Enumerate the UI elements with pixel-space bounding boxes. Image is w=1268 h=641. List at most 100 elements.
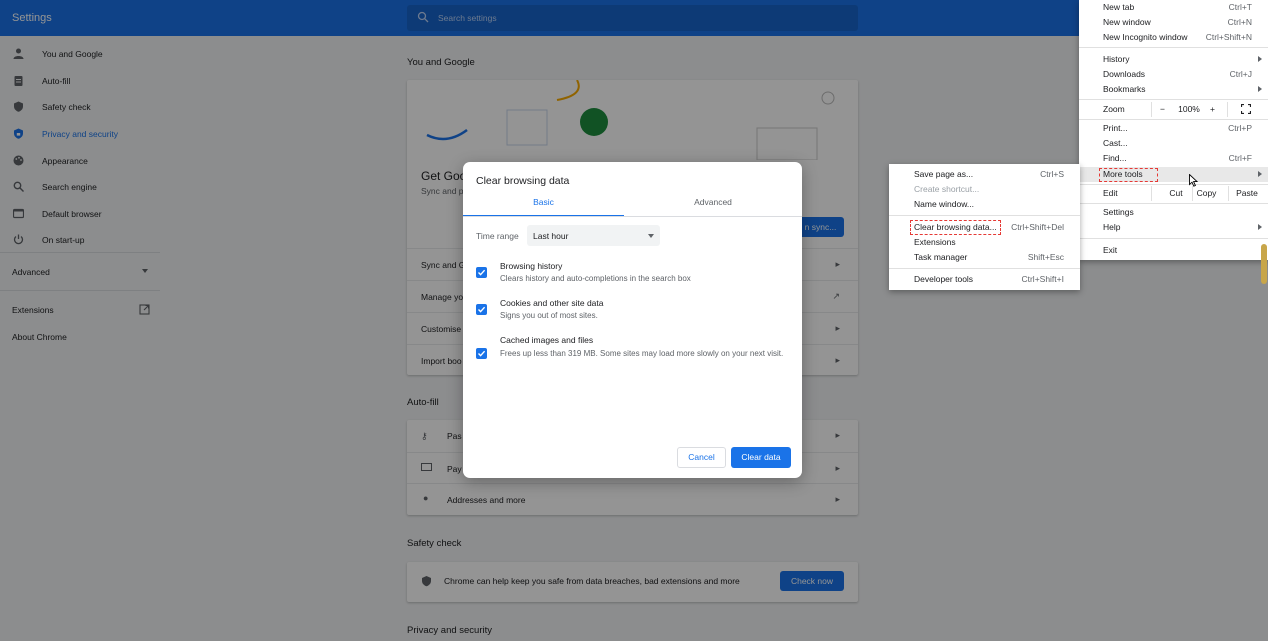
menu-item-downloads[interactable]: Downloads Ctrl+J bbox=[1079, 67, 1268, 82]
tab-basic[interactable]: Basic bbox=[463, 197, 624, 217]
mouse-cursor-icon bbox=[1189, 174, 1198, 187]
menu-label: Save page as... bbox=[914, 169, 974, 179]
menu-label: Find... bbox=[1103, 153, 1127, 163]
menu-label: Edit bbox=[1103, 188, 1118, 198]
highlight-box-clear-browsing-data bbox=[910, 220, 1001, 235]
menu-shortcut: Shift+Esc bbox=[1027, 252, 1064, 262]
menu-label: History bbox=[1103, 54, 1130, 64]
menu-label: Settings bbox=[1103, 207, 1134, 217]
menu-item-new-incognito[interactable]: New Incognito window Ctrl+Shift+N bbox=[1079, 30, 1268, 45]
menu-shortcut: Ctrl+J bbox=[1229, 69, 1252, 79]
dialog-title: Clear browsing data bbox=[476, 175, 570, 187]
menu-shortcut: Ctrl+Shift+N bbox=[1205, 32, 1252, 42]
browsing-history-checkbox[interactable] bbox=[476, 267, 487, 278]
menu-label: Developer tools bbox=[914, 274, 974, 284]
clear-data-button[interactable]: Clear data bbox=[731, 447, 791, 468]
edit-divider bbox=[1228, 186, 1229, 201]
option-description: Clears history and auto-completions in t… bbox=[500, 274, 691, 283]
submenu-arrow-icon bbox=[1258, 224, 1262, 230]
menu-shortcut: Ctrl+Shift+Del bbox=[1011, 222, 1064, 232]
menu-label: Name window... bbox=[914, 199, 974, 209]
cut-button[interactable]: Cut bbox=[1159, 188, 1193, 198]
menu-divider bbox=[1079, 99, 1268, 100]
menu-item-create-shortcut[interactable]: Create shortcut... bbox=[889, 182, 1080, 197]
cookies-checkbox[interactable] bbox=[476, 304, 487, 315]
menu-shortcut: Ctrl+S bbox=[1040, 169, 1064, 179]
menu-shortcut: Ctrl+Shift+I bbox=[1021, 274, 1064, 284]
option-title: Browsing history bbox=[500, 261, 563, 271]
menu-divider bbox=[1079, 119, 1268, 120]
menu-label: Downloads bbox=[1103, 69, 1146, 79]
menu-item-exit[interactable]: Exit bbox=[1079, 243, 1268, 258]
cached-images-checkbox[interactable] bbox=[476, 348, 487, 359]
fullscreen-icon[interactable] bbox=[1241, 104, 1251, 114]
menu-label: Zoom bbox=[1103, 104, 1125, 114]
menu-item-print[interactable]: Print... Ctrl+P bbox=[1079, 121, 1268, 136]
submenu-arrow-icon bbox=[1258, 171, 1262, 177]
option-description: Signs you out of most sites. bbox=[500, 311, 598, 320]
menu-item-task-manager[interactable]: Task manager Shift+Esc bbox=[889, 250, 1080, 265]
submenu-arrow-icon bbox=[1258, 86, 1262, 92]
menu-divider bbox=[1079, 47, 1268, 48]
menu-item-bookmarks[interactable]: Bookmarks bbox=[1079, 82, 1268, 97]
tab-divider bbox=[463, 216, 802, 217]
option-title: Cookies and other site data bbox=[500, 298, 604, 308]
checkmark-icon bbox=[478, 269, 486, 276]
menu-label: Help bbox=[1103, 222, 1121, 232]
menu-item-cast[interactable]: Cast... bbox=[1079, 136, 1268, 151]
checkmark-icon bbox=[478, 306, 486, 313]
menu-label: Bookmarks bbox=[1103, 84, 1146, 94]
menu-label: New tab bbox=[1103, 2, 1135, 12]
time-range-label: Time range bbox=[476, 231, 519, 241]
zoom-in-button[interactable]: + bbox=[1210, 104, 1215, 114]
menu-item-find[interactable]: Find... Ctrl+F bbox=[1079, 151, 1268, 166]
menu-item-extensions[interactable]: Extensions bbox=[889, 235, 1080, 250]
menu-item-new-window[interactable]: New window Ctrl+N bbox=[1079, 15, 1268, 30]
menu-item-settings[interactable]: Settings bbox=[1079, 205, 1268, 220]
option-title: Cached images and files bbox=[500, 335, 594, 345]
menu-item-new-tab[interactable]: New tab Ctrl+T bbox=[1079, 0, 1268, 15]
menu-label: Task manager bbox=[914, 252, 968, 262]
zoom-level: 100% bbox=[1178, 104, 1200, 114]
menu-divider bbox=[1079, 203, 1268, 204]
menu-divider bbox=[1079, 238, 1268, 239]
menu-divider bbox=[889, 215, 1080, 216]
zoom-divider bbox=[1227, 102, 1228, 117]
scrollbar-thumb[interactable] bbox=[1261, 244, 1267, 284]
menu-shortcut: Ctrl+P bbox=[1228, 123, 1252, 133]
dropdown-arrow-icon bbox=[648, 234, 654, 238]
highlight-box-more-tools bbox=[1099, 168, 1158, 182]
menu-label: Print... bbox=[1103, 123, 1128, 133]
submenu-arrow-icon bbox=[1258, 56, 1262, 62]
paste-button[interactable]: Paste bbox=[1232, 188, 1262, 198]
menu-shortcut: Ctrl+T bbox=[1228, 2, 1252, 12]
zoom-out-button[interactable]: − bbox=[1160, 104, 1165, 114]
zoom-divider bbox=[1151, 102, 1152, 117]
more-tools-submenu: Save page as... Ctrl+S Create shortcut...… bbox=[889, 164, 1080, 290]
menu-item-help[interactable]: Help bbox=[1079, 220, 1268, 235]
menu-label: Cast... bbox=[1103, 138, 1128, 148]
time-range-value: Last hour bbox=[533, 231, 569, 241]
tab-advanced[interactable]: Advanced bbox=[624, 197, 802, 217]
menu-divider bbox=[1079, 184, 1268, 185]
menu-label: Create shortcut... bbox=[914, 184, 980, 194]
menu-item-developer-tools[interactable]: Developer tools Ctrl+Shift+I bbox=[889, 272, 1080, 287]
edit-divider bbox=[1151, 186, 1152, 201]
menu-item-history[interactable]: History bbox=[1079, 52, 1268, 67]
clear-browsing-data-dialog: Clear browsing data Basic Advanced Time … bbox=[463, 162, 802, 478]
menu-item-save-page[interactable]: Save page as... Ctrl+S bbox=[889, 167, 1080, 182]
copy-button[interactable]: Copy bbox=[1193, 188, 1220, 198]
menu-label: Exit bbox=[1103, 245, 1118, 255]
menu-shortcut: Ctrl+N bbox=[1227, 17, 1252, 27]
menu-item-zoom: Zoom − 100% + bbox=[1079, 102, 1268, 117]
menu-label: Extensions bbox=[914, 237, 956, 247]
option-description: Frees up less than 319 MB. Some sites ma… bbox=[500, 349, 784, 358]
time-range-select[interactable]: Last hour bbox=[527, 225, 660, 246]
cancel-button[interactable]: Cancel bbox=[677, 447, 726, 468]
menu-item-edit: Edit Cut Copy Paste bbox=[1079, 186, 1268, 201]
menu-item-name-window[interactable]: Name window... bbox=[889, 197, 1080, 212]
menu-label: New window bbox=[1103, 17, 1151, 27]
checkmark-icon bbox=[478, 350, 486, 357]
menu-divider bbox=[889, 268, 1080, 269]
chrome-main-menu: New tab Ctrl+T New window Ctrl+N New Incog… bbox=[1079, 0, 1268, 260]
